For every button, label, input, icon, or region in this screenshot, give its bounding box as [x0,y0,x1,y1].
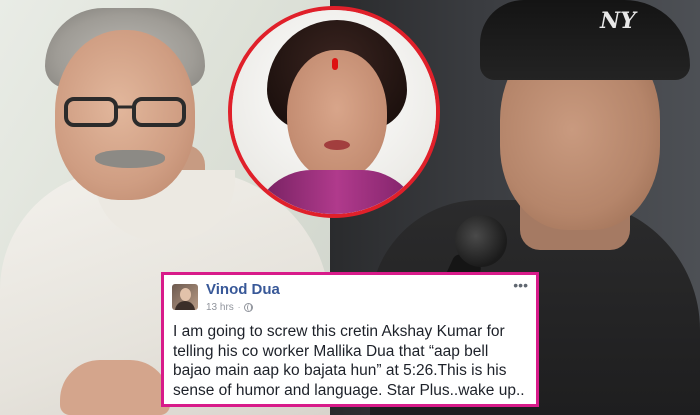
facebook-post-card: Vinod Dua 13 hrs · ••• I am going to scr… [161,272,539,407]
circle-inset-woman [228,6,440,218]
post-author-name[interactable]: Vinod Dua [206,281,280,298]
more-options-icon[interactable]: ••• [513,278,528,292]
cap-logo-icon: NY [600,8,636,34]
meta-separator: · [237,303,241,312]
avatar[interactable] [172,284,198,310]
glasses-icon [64,97,186,127]
microphone-icon [455,215,507,267]
post-timestamp[interactable]: 13 hrs [206,302,234,313]
post-meta: 13 hrs · [206,302,254,313]
post-text: I am going to screw this cretin Akshay K… [173,323,525,399]
collage-image: NY Vinod Dua 13 hrs · ••• I am going to … [0,0,700,415]
globe-icon [244,303,254,312]
